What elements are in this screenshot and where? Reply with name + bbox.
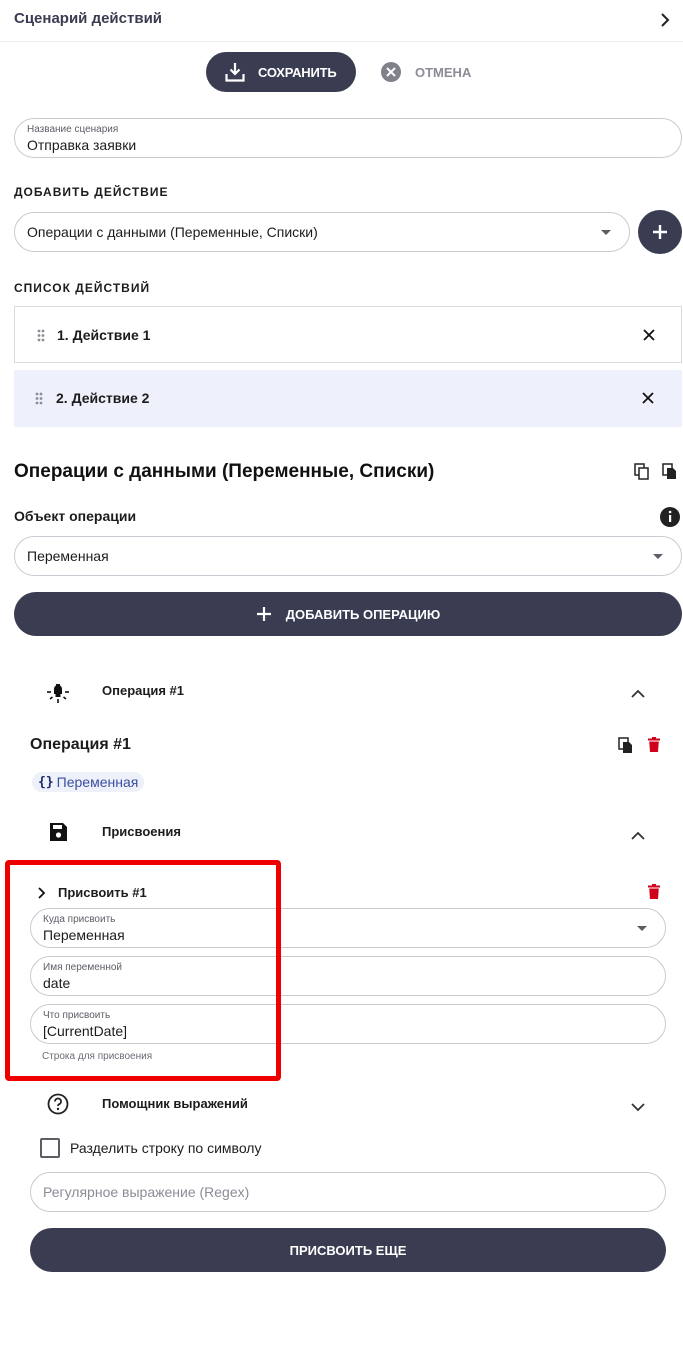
lightbulb-icon xyxy=(45,679,71,710)
panel-title: Сценарий действий xyxy=(14,10,163,27)
close-icon[interactable] xyxy=(642,392,654,404)
info-icon[interactable] xyxy=(659,506,681,533)
add-operation-label: ДОБАВИТЬ ОПЕРАЦИЮ xyxy=(285,606,441,622)
save-disk-icon xyxy=(48,822,68,847)
dropdown-caret-icon xyxy=(637,926,647,931)
save-button[interactable]: СОХРАНИТЬ xyxy=(206,52,356,92)
operation-title: Операция #1 xyxy=(30,736,131,753)
add-action-button[interactable] xyxy=(638,210,682,254)
download-icon xyxy=(225,63,245,82)
split-string-label: Разделить строку по символу xyxy=(70,1140,262,1156)
action-type-select[interactable]: Операции с данными (Переменные, Списки) xyxy=(14,212,630,252)
assignments-accordion-label[interactable]: Присвоения xyxy=(102,824,181,839)
dropdown-caret-icon xyxy=(653,554,663,559)
braces-icon: {} xyxy=(38,774,54,790)
help-circle-icon xyxy=(47,1093,69,1120)
regex-input[interactable] xyxy=(30,1172,666,1212)
action-type-value: Операции с данными (Переменные, Списки) xyxy=(27,224,318,240)
drag-handle-icon[interactable] xyxy=(37,329,45,342)
cancel-circle-icon xyxy=(381,62,401,82)
scenario-name-field[interactable]: Название сценария Отправка заявки xyxy=(14,118,682,158)
list-item-selected[interactable]: 2. Действие 2 xyxy=(14,370,682,427)
close-icon[interactable] xyxy=(643,329,655,341)
chevron-up-icon[interactable] xyxy=(631,686,645,704)
actions-list-caption: СПИСОК ДЕЙСТВИЙ xyxy=(14,281,151,295)
duplicate-icon[interactable] xyxy=(662,463,677,485)
delete-icon[interactable] xyxy=(648,884,660,904)
scenario-name-label: Название сценария xyxy=(27,124,119,135)
drag-handle-icon[interactable] xyxy=(35,392,43,405)
operation-object-select[interactable]: Переменная xyxy=(14,536,682,576)
copy-icon[interactable] xyxy=(634,463,649,485)
list-item-label: 1. Действие 1 xyxy=(57,327,151,343)
assign-more-label: ПРИСВОИТЬ ЕЩЕ xyxy=(289,1242,407,1258)
list-item-label: 2. Действие 2 xyxy=(56,390,150,406)
assign-more-button[interactable]: ПРИСВОИТЬ ЕЩЕ xyxy=(30,1228,666,1272)
expression-helper-label[interactable]: Помощник выражений xyxy=(102,1096,248,1111)
chevron-right-icon[interactable] xyxy=(657,12,673,28)
chip-label: Переменная xyxy=(56,774,139,790)
chevron-up-icon[interactable] xyxy=(631,828,645,846)
dropdown-caret-icon xyxy=(601,230,611,235)
highlight-box xyxy=(5,860,281,1081)
operation-accordion-label[interactable]: Операция #1 xyxy=(102,683,184,698)
save-button-label: СОХРАНИТЬ xyxy=(258,64,337,80)
cancel-button[interactable]: ОТМЕНА xyxy=(381,52,471,92)
plus-icon xyxy=(653,225,667,239)
duplicate-icon[interactable] xyxy=(618,737,633,759)
add-action-caption: ДОБАВИТЬ ДЕЙСТВИЕ xyxy=(14,185,169,199)
split-string-checkbox[interactable] xyxy=(40,1138,60,1158)
scenario-name-value: Отправка заявки xyxy=(27,137,137,153)
operation-object-value: Переменная xyxy=(27,548,109,564)
operation-object-label: Объект операции xyxy=(14,508,137,524)
cancel-button-label: ОТМЕНА xyxy=(415,64,472,80)
variable-chip: {} Переменная xyxy=(32,772,145,792)
operation-panel-title: Операции с данными (Переменные, Списки) xyxy=(14,461,435,482)
delete-icon[interactable] xyxy=(648,737,660,757)
add-operation-button[interactable]: ДОБАВИТЬ ОПЕРАЦИЮ xyxy=(14,592,682,636)
chevron-down-icon[interactable] xyxy=(631,1099,645,1117)
list-item[interactable]: 1. Действие 1 xyxy=(14,306,682,363)
plus-icon xyxy=(256,607,271,621)
